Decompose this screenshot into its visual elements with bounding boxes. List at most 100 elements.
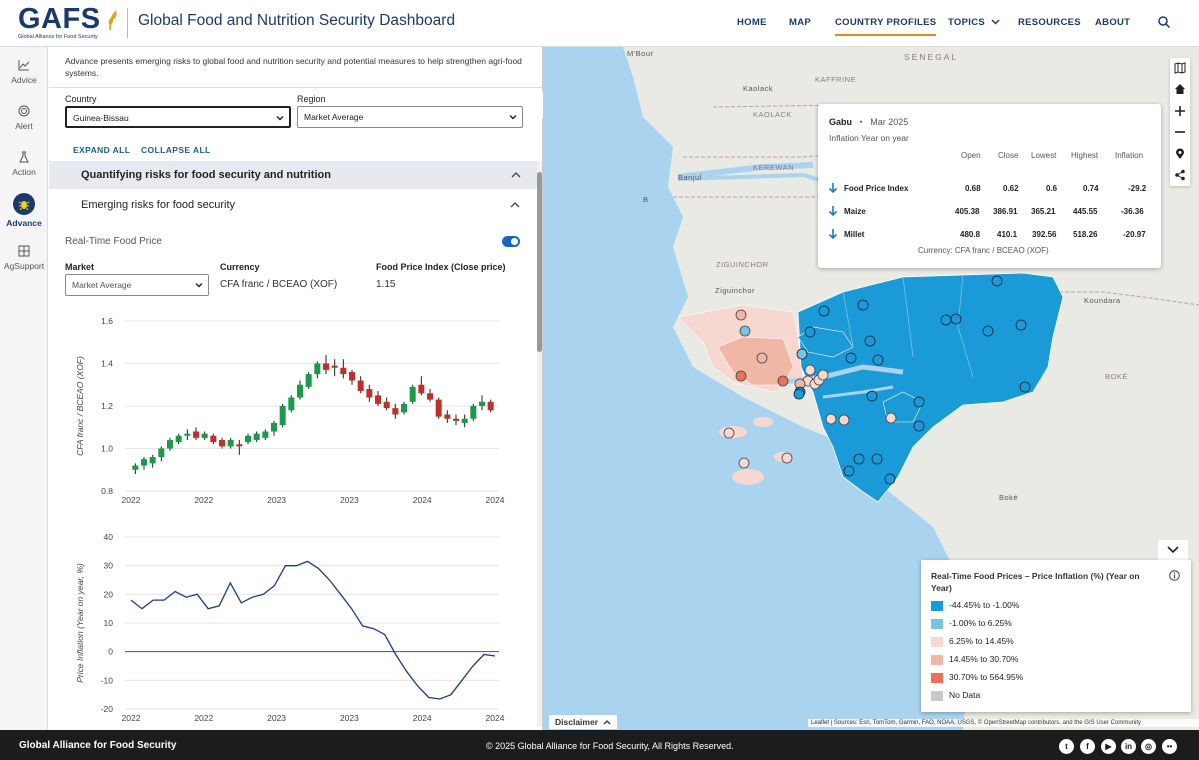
country-select-value: Guinea-Bissau	[73, 113, 129, 123]
legend-swatch	[931, 600, 943, 611]
zoom-out-button[interactable]	[1170, 122, 1190, 142]
legend-item: -1.00% to 6.25%	[931, 618, 1012, 629]
flickr-icon[interactable]: ••	[1162, 739, 1177, 754]
popup-row-inflation: -36.36	[1121, 207, 1144, 216]
disclaimer-label: Disclaimer	[555, 717, 598, 727]
home-button[interactable]	[1170, 79, 1190, 99]
expand-all-link[interactable]: EXPAND ALL	[73, 145, 130, 155]
popup-row-low: 392.56	[1032, 230, 1057, 239]
candle-body	[418, 384, 425, 394]
chevron-down-icon	[1167, 546, 1179, 554]
y-tick-label: 1.6	[101, 316, 113, 326]
arrow-down-icon	[828, 206, 838, 217]
locate-button[interactable]	[1170, 144, 1190, 164]
candle-body	[427, 393, 433, 400]
legend-swatch	[931, 618, 943, 629]
market-select[interactable]: Market Average	[65, 274, 209, 296]
share-button[interactable]	[1170, 165, 1190, 185]
map-label-kaolack-region: KAOLACK	[753, 110, 792, 119]
rail-agsupport[interactable]: AgSupport	[0, 245, 48, 289]
chevron-down-icon	[195, 283, 203, 288]
nav-topics[interactable]: TOPICS	[948, 17, 1000, 28]
nav-map[interactable]: MAP	[789, 17, 811, 28]
accordion-quantifying-risks[interactable]: Quantifying risks for food security and …	[49, 161, 539, 189]
candle-body	[487, 401, 494, 411]
left-rail: Advice Alert Action Advance AgSupport	[0, 47, 48, 730]
youtube-icon[interactable]: ▶	[1101, 739, 1116, 754]
legend-item: 30.70% to 564.95%	[931, 672, 1023, 683]
y-axis-label: CFA franc / BCEAO (XOF)	[75, 356, 85, 456]
accordion-subtitle: Emerging risks for food security	[81, 199, 236, 211]
facebook-icon[interactable]: f	[1080, 739, 1095, 754]
popup-row-close: 410.1	[997, 230, 1018, 239]
currency-label: Currency	[220, 262, 260, 272]
collapse-all-link[interactable]: COLLAPSE ALL	[141, 145, 211, 155]
map-label-kerewan: KEREWAN	[753, 163, 795, 172]
rail-alert-label: Alert	[15, 121, 33, 131]
map-label-mbour: M'Bour	[627, 49, 654, 58]
popup-place: Gabu	[829, 117, 853, 127]
country-select[interactable]: Guinea-Bissau	[65, 106, 291, 128]
home-icon	[1175, 84, 1185, 94]
popup-row-high: 445.55	[1073, 207, 1098, 216]
zoom-in-button[interactable]	[1170, 101, 1190, 121]
rail-action[interactable]: Action	[0, 151, 48, 195]
nav-resources[interactable]: RESOURCES	[1018, 17, 1081, 28]
candle-body	[479, 401, 485, 406]
chart-line-icon	[18, 60, 30, 71]
realtime-toggle[interactable]	[502, 236, 520, 247]
gafs-logo[interactable]: GAFS Global Alliance for Food Security	[18, 4, 126, 42]
x-tick-label: 2023	[340, 495, 359, 505]
scrollbar-thumb[interactable]	[537, 172, 542, 352]
rail-advice[interactable]: Advice	[0, 59, 48, 103]
instagram-icon[interactable]: ◎	[1141, 739, 1156, 754]
nav-about[interactable]: ABOUT	[1095, 17, 1130, 28]
panel-scrollbar[interactable]	[537, 162, 542, 727]
candle-body	[401, 403, 407, 413]
rail-alert[interactable]: Alert	[0, 105, 48, 149]
wheat-icon	[108, 10, 117, 31]
candle-body	[201, 433, 208, 438]
popup-row-high: 0.74	[1083, 184, 1099, 193]
x-tick-label: 2024	[486, 495, 505, 505]
accordion-title: Quantifying risks for food security and …	[81, 169, 331, 181]
rail-advance[interactable]: Advance	[0, 193, 48, 237]
popup-row-inflation: -20.97	[1123, 230, 1146, 239]
market-label: Market	[65, 262, 95, 272]
candle-body	[383, 401, 390, 409]
candle-body	[453, 418, 459, 421]
y-tick-label: -20	[101, 704, 114, 714]
candle-body	[167, 440, 173, 449]
legend-item: 6.25% to 14.45%	[931, 636, 1014, 647]
candle-body	[323, 363, 329, 370]
nav-home[interactable]: HOME	[737, 17, 767, 28]
bug-icon	[13, 193, 35, 215]
rail-action-label: Action	[12, 167, 36, 177]
candle-body	[219, 440, 225, 447]
y-axis-label: Price Inflation (Year on year, %)	[75, 563, 85, 683]
market-popup: Gabu • Mar 2025 Inflation Year on year O…	[818, 104, 1161, 268]
map-attribution[interactable]: Leaflet | Sources: Esri, TomTom, Garmin,…	[808, 719, 1199, 727]
popup-currency-note: Currency: CFA franc / BCEAO (XOF)	[918, 246, 1049, 255]
basemap-button[interactable]	[1170, 58, 1190, 78]
grid-icon	[18, 245, 30, 257]
legend-item: -44.45% to -1.00%	[931, 600, 1019, 611]
legend-toggle-button[interactable]	[1158, 540, 1188, 560]
map-label-senegal: SENEGAL	[904, 52, 959, 62]
twitter-icon[interactable]: t	[1059, 739, 1074, 754]
candle-body	[175, 435, 182, 443]
candle-body	[314, 363, 321, 375]
popup-col-lowest: Lowest	[1031, 151, 1057, 160]
candle-body	[227, 440, 234, 447]
region-select[interactable]: Market Average	[297, 106, 523, 128]
popup-col-highest: Highest	[1071, 151, 1099, 160]
linkedin-icon[interactable]: in	[1121, 739, 1136, 754]
popup-col-inflation: Inflation	[1115, 151, 1144, 160]
nav-country-profiles[interactable]: COUNTRY PROFILES	[835, 17, 937, 36]
candle-body	[262, 431, 269, 438]
info-icon[interactable]	[1169, 570, 1180, 581]
disclaimer-button[interactable]: Disclaimer	[549, 715, 618, 729]
legend-swatch	[931, 654, 943, 665]
chevron-down-icon	[991, 19, 1000, 25]
search-icon[interactable]	[1157, 15, 1171, 29]
